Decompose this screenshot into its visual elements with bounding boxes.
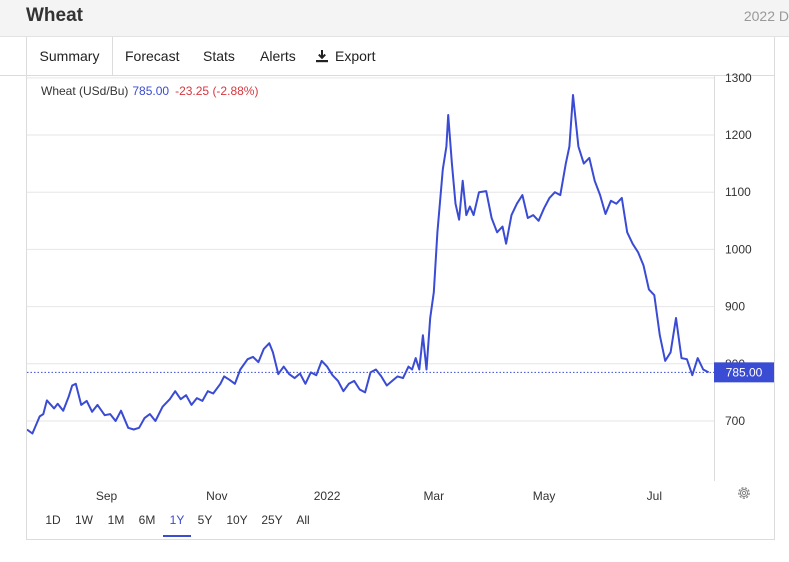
chart-card: Summary Forecast Stats Alerts Export 700… bbox=[26, 37, 775, 540]
chart-legend: Wheat (USd/Bu) 785.00 -23.25 (-2.88%) bbox=[41, 84, 258, 98]
range-10y[interactable]: 10Y bbox=[220, 509, 254, 537]
header-bar: Wheat 2022 D bbox=[0, 0, 789, 37]
x-tick-label: Mar bbox=[423, 489, 444, 503]
settings-gear-icon[interactable] bbox=[736, 485, 752, 501]
x-tick-label: Jul bbox=[647, 489, 662, 503]
range-all[interactable]: All bbox=[289, 509, 317, 537]
y-tick-label: 1000 bbox=[725, 242, 752, 256]
y-tick-label: 1300 bbox=[725, 71, 752, 85]
legend-price: 785.00 bbox=[132, 84, 170, 98]
range-1d[interactable]: 1D bbox=[39, 509, 67, 537]
range-1w[interactable]: 1W bbox=[70, 509, 98, 537]
range-1m[interactable]: 1M bbox=[102, 509, 130, 537]
header-year-label: 2022 D bbox=[743, 8, 789, 24]
x-tick-label: May bbox=[533, 489, 556, 503]
y-tick-label: 700 bbox=[725, 414, 745, 428]
series-line-wheat bbox=[27, 94, 710, 435]
legend-change: -23.25 (-2.88%) bbox=[175, 84, 259, 98]
y-tick-label: 1100 bbox=[725, 185, 751, 199]
y-tick-label: 900 bbox=[725, 300, 745, 314]
tab-bar-rule bbox=[0, 37, 26, 76]
x-tick-label: 2022 bbox=[314, 489, 341, 503]
price-chart: 7008009001000110012001300SepNov2022MarMa… bbox=[27, 71, 774, 503]
last-value-label: 785.00 bbox=[726, 365, 763, 379]
range-1y[interactable]: 1Y bbox=[163, 509, 191, 537]
legend-instrument: Wheat (USd/Bu) bbox=[41, 84, 129, 98]
x-tick-label: Sep bbox=[96, 489, 118, 503]
y-tick-label: 1200 bbox=[725, 128, 752, 142]
range-6m[interactable]: 6M bbox=[133, 509, 161, 537]
page-title: Wheat bbox=[26, 5, 83, 26]
range-5y[interactable]: 5Y bbox=[191, 509, 219, 537]
x-tick-label: Nov bbox=[206, 489, 227, 503]
range-25y[interactable]: 25Y bbox=[255, 509, 289, 537]
